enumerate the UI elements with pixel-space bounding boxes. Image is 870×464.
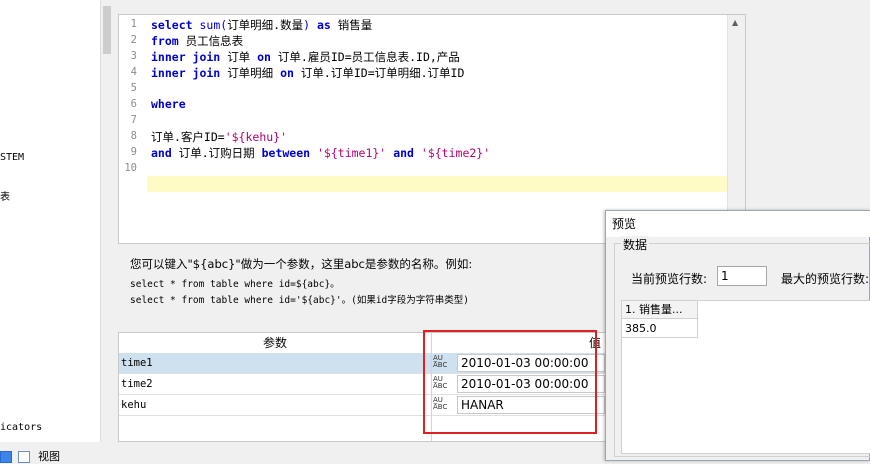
- param-name: kehu: [121, 399, 147, 411]
- result-grid: 1. 销售量... 385.0: [621, 300, 870, 454]
- code-line-6: where: [151, 97, 186, 111]
- scroll-thumb[interactable]: [103, 6, 111, 54]
- keyword: from: [151, 34, 179, 48]
- help-example: select * from table where id=${abc}。: [130, 279, 340, 290]
- current-line-highlight: [147, 176, 729, 192]
- highlight-box: [423, 330, 597, 434]
- group-label: 数据: [621, 236, 650, 253]
- line-number: 1: [130, 18, 137, 30]
- left-tree-panel: STEM 表 icators: [0, 0, 112, 442]
- code-text: 订单.订购日期: [178, 146, 255, 160]
- function: ): [303, 18, 311, 32]
- window-title: 预览: [606, 211, 870, 237]
- keyword: and: [393, 146, 414, 160]
- parameter-help: 您可以键入"${abc}"做为一个参数，这里abc是参数的名称。例如: sele…: [130, 256, 600, 306]
- checkbox-icon[interactable]: [0, 451, 12, 463]
- keyword: inner join: [151, 50, 221, 64]
- code-line-1: select sum(订单明细.数量) as 销售量: [151, 17, 372, 33]
- line-number: 5: [130, 82, 137, 94]
- current-rows-input[interactable]: 1: [717, 266, 767, 286]
- line-number: 4: [130, 66, 137, 78]
- line-number: 9: [130, 146, 137, 158]
- view-icon: [18, 451, 30, 463]
- code-line-9: and 订单.订购日期 between '${time1}' and '${ti…: [151, 145, 490, 161]
- column-header-param[interactable]: 参数: [119, 333, 431, 355]
- current-rows-label: 当前预览行数:: [631, 272, 708, 286]
- keyword: inner join: [151, 66, 221, 80]
- scroll-up-icon[interactable]: ▲: [732, 18, 738, 27]
- keyword: and: [151, 146, 172, 160]
- code-text: 员工信息表: [185, 34, 244, 48]
- line-number: 6: [130, 98, 137, 110]
- code-line-4: inner join 订单明细 on 订单.订单ID=订单明细.订单ID: [151, 65, 464, 81]
- code-text: 销售量: [337, 18, 373, 32]
- param-name: time1: [121, 357, 153, 369]
- editor-scrollbar[interactable]: ▲: [727, 15, 745, 243]
- keyword: where: [151, 97, 186, 111]
- code-text: 订单明细.数量: [227, 18, 304, 32]
- code-line-3: inner join 订单 on 订单.雇员ID=员工信息表.ID,产品: [151, 49, 460, 65]
- help-line: 您可以键入"${abc}"做为一个参数，这里abc是参数的名称。例如:: [130, 257, 473, 271]
- max-rows-label: 最大的预览行数:: [781, 272, 870, 286]
- line-number: 10: [124, 162, 137, 174]
- code-text: 订单: [227, 50, 251, 64]
- keyword: select: [151, 18, 193, 32]
- code-line-8: 订单.客户ID='${kehu}': [151, 129, 287, 145]
- line-number-gutter: 1 2 3 4 5 6 7 8 9 10: [119, 15, 147, 243]
- param-name: time2: [121, 378, 153, 390]
- function: sum(: [199, 18, 228, 32]
- keyword: as: [317, 18, 331, 32]
- view-label[interactable]: 视图: [38, 448, 60, 464]
- keyword: on: [257, 50, 271, 64]
- help-example: select * from table where id='${abc}'。(如…: [130, 295, 469, 306]
- line-number: 3: [130, 50, 137, 62]
- tree-item-fragment[interactable]: icators: [0, 422, 42, 433]
- result-cell[interactable]: 385.0: [622, 319, 698, 338]
- tree-item-fragment[interactable]: STEM: [0, 152, 24, 163]
- string-literal: '${kehu}': [224, 130, 288, 144]
- code-text: 订单.客户ID=: [151, 130, 225, 144]
- string-literal: '${time1}': [317, 146, 387, 160]
- left-bottom-bar: 视图: [0, 448, 112, 464]
- line-number: 7: [130, 114, 137, 126]
- code-text: 订单.雇员ID=员工信息表.ID,产品: [277, 50, 460, 64]
- keyword: on: [280, 66, 294, 80]
- keyword: between: [261, 146, 311, 160]
- data-group: 数据 当前预览行数: 1 最大的预览行数: 1. 销售量... 385.0: [614, 236, 870, 457]
- preview-window: 预览 数据 当前预览行数: 1 最大的预览行数: 1. 销售量... 385.0: [605, 210, 870, 461]
- code-text: 订单明细: [227, 66, 274, 80]
- result-column-header[interactable]: 1. 销售量...: [622, 301, 698, 319]
- line-number: 8: [130, 130, 137, 142]
- string-literal: '${time2}': [420, 146, 491, 160]
- code-line-2: from 员工信息表: [151, 33, 243, 49]
- code-text: 订单.订单ID=订单明细.订单ID: [300, 66, 465, 80]
- left-panel-scrollbar[interactable]: [100, 0, 112, 442]
- line-number: 2: [130, 34, 137, 46]
- tree-item-fragment[interactable]: 表: [0, 188, 10, 203]
